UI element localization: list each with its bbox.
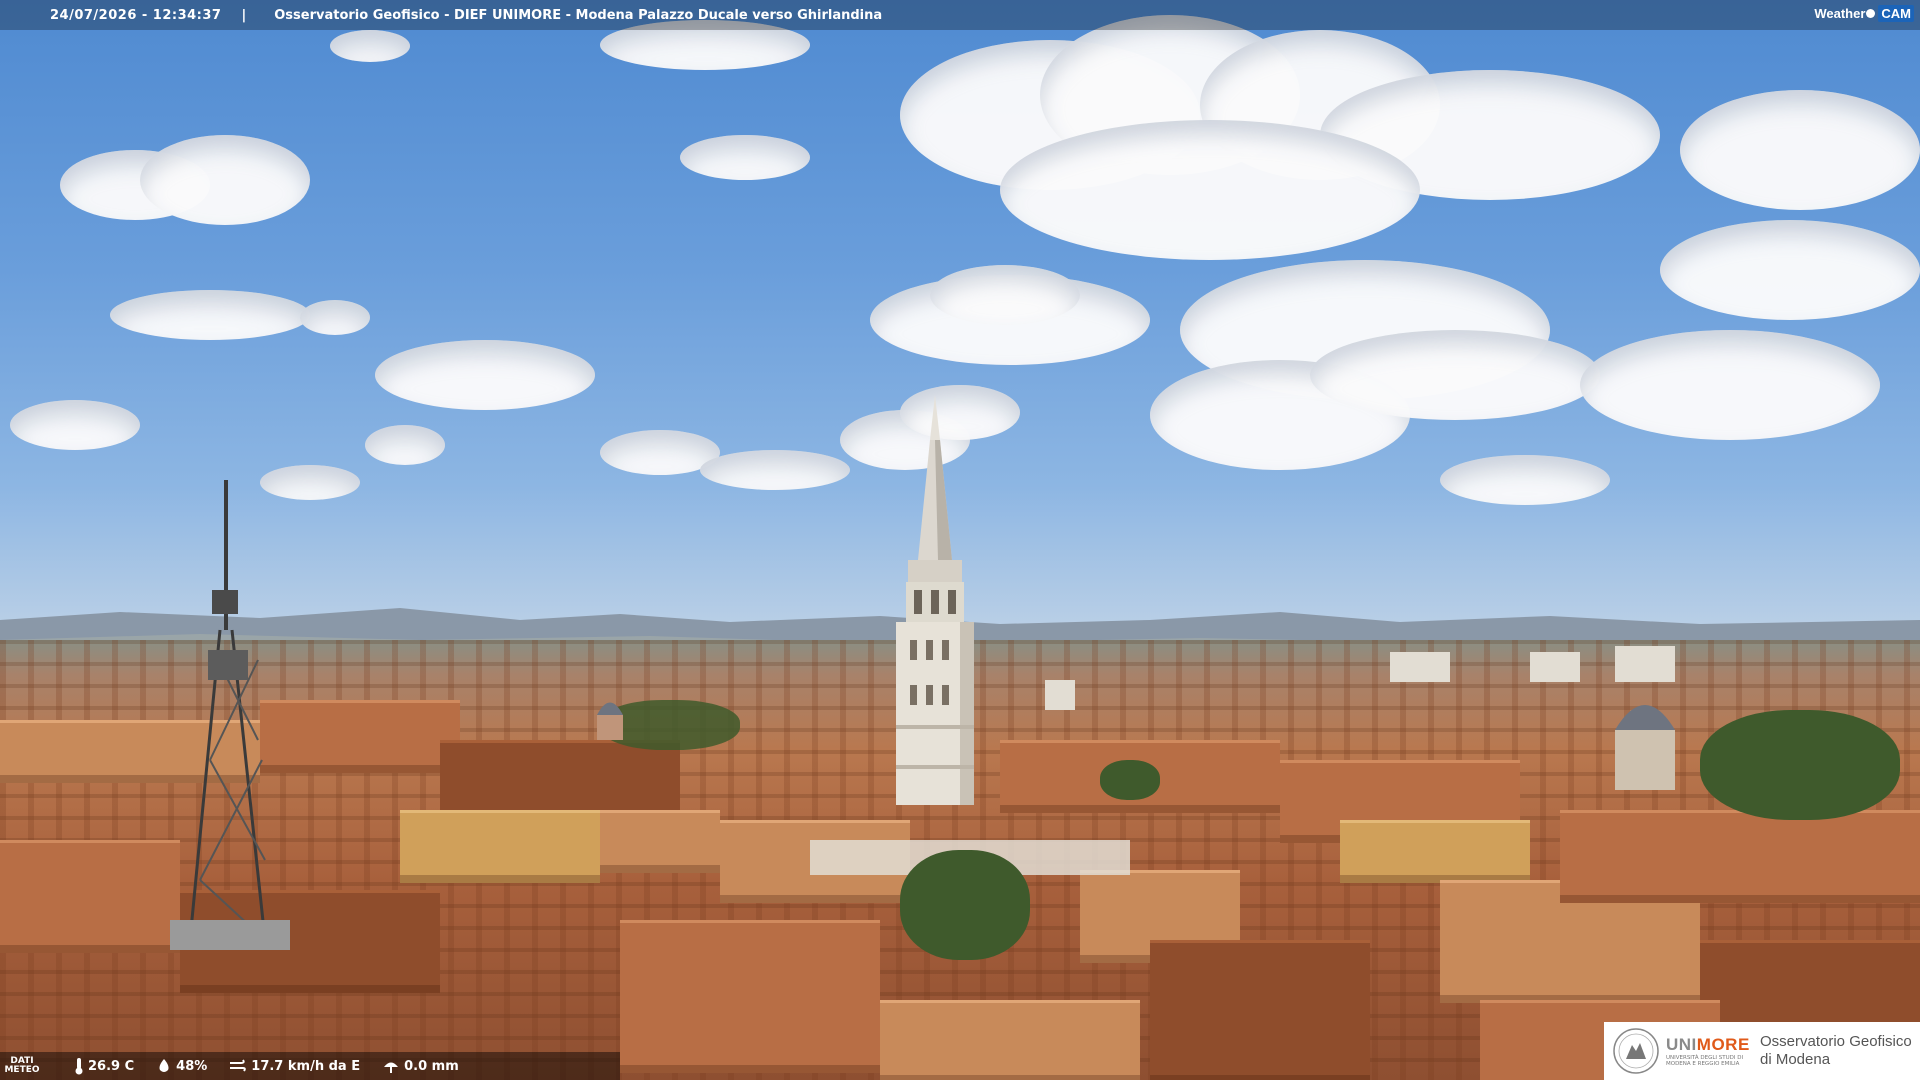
cam-label: CAM	[1878, 5, 1914, 22]
camera-title: Osservatorio Geofisico - DIEF UNIMORE - …	[274, 7, 883, 23]
header-separator: |	[241, 7, 247, 23]
wind-value: 17.7 km/h da E	[251, 1058, 361, 1074]
unimore-name: UNIMORE	[1666, 1035, 1750, 1055]
uni-prefix: UNI	[1666, 1035, 1697, 1054]
observatory-name: Osservatorio Geofisico di Modena	[1760, 1033, 1912, 1069]
humidity-value: 48%	[176, 1058, 208, 1074]
webcam-image	[0, 0, 1920, 1080]
unimore-logo-panel: UNIMORE UNIVERSITÀ DEGLI STUDI DI MODENA…	[1604, 1022, 1920, 1080]
antenna-mast	[170, 480, 290, 950]
church-dome	[1615, 705, 1675, 790]
meteo-bar: DATI METEO 26.9 C 48% 17.7 km/h da E 0.0…	[0, 1052, 620, 1080]
observatory-line1: Osservatorio Geofisico	[1760, 1033, 1912, 1050]
church-dome	[597, 702, 623, 740]
timestamp: 24/07/2026 - 12:34:37	[50, 7, 222, 23]
wind-reading: 17.7 km/h da E	[229, 1058, 360, 1074]
observatory-line2: di Modena	[1760, 1051, 1831, 1068]
weather-label: Weather	[1814, 6, 1866, 21]
uni-suffix: MORE	[1696, 1035, 1750, 1054]
rain-value: 0.0 mm	[404, 1058, 459, 1074]
header-bar: 24/07/2026 - 12:34:37 | Osservatorio Geo…	[0, 0, 1920, 30]
humidity-reading: 48%	[156, 1058, 207, 1074]
meteo-label: DATI METEO	[4, 1057, 40, 1075]
temperature-value: 26.9 C	[88, 1058, 135, 1074]
humidity-drop-icon	[159, 1059, 169, 1072]
meteo-label-line2: METEO	[4, 1065, 40, 1075]
rain-reading: 0.0 mm	[382, 1058, 459, 1074]
thermometer-icon	[75, 1058, 83, 1075]
temperature-reading: 26.9 C	[74, 1057, 134, 1075]
weathercam-logo: Weather CAM	[1814, 5, 1914, 22]
weathercam-dot-icon	[1866, 9, 1876, 18]
unimore-brand: UNIMORE UNIVERSITÀ DEGLI STUDI DI MODENA…	[1666, 1035, 1750, 1067]
wind-icon	[230, 1059, 247, 1072]
rain-icon	[384, 1062, 399, 1073]
university-seal-icon	[1613, 1028, 1659, 1074]
ghirlandina-tower	[896, 395, 974, 805]
unimore-subtitle: UNIVERSITÀ DEGLI STUDI DI MODENA E REGGI…	[1666, 1055, 1744, 1067]
